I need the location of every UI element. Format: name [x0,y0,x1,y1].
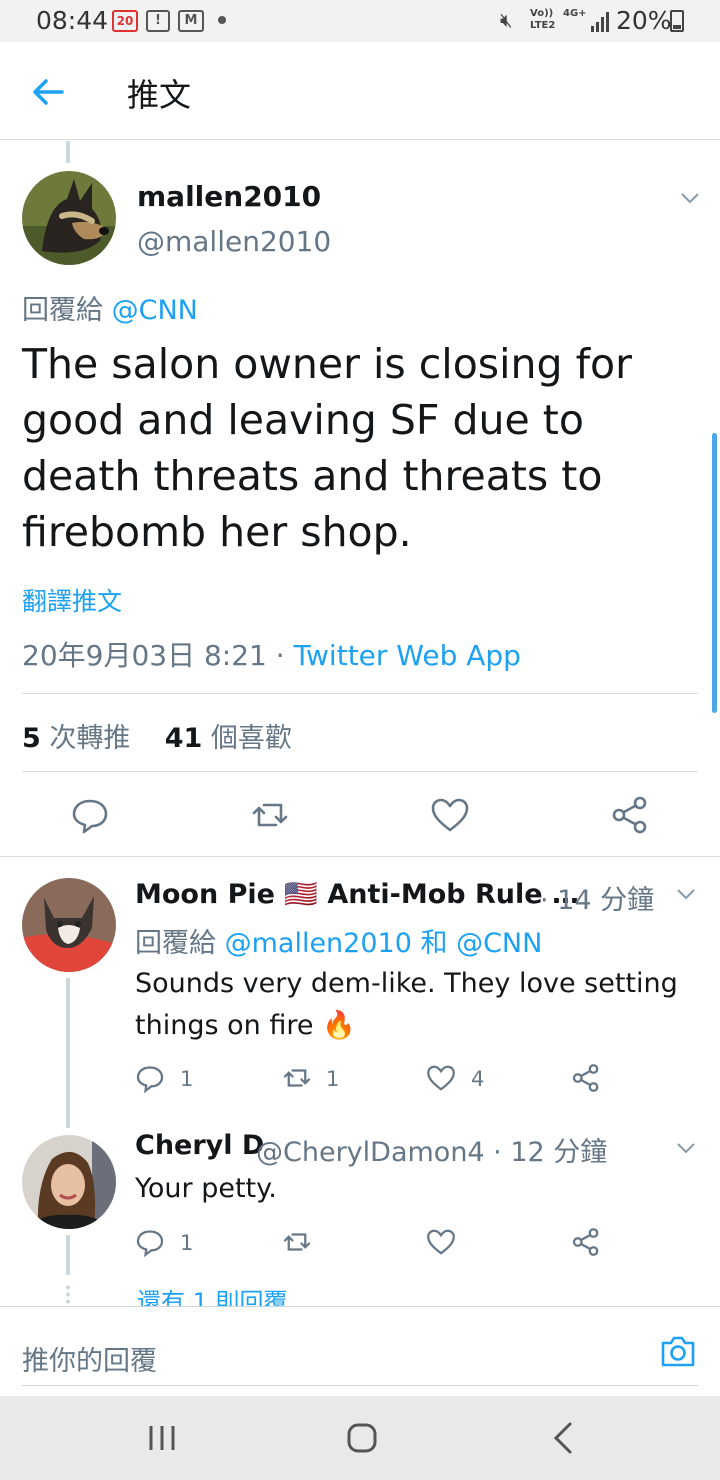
reply-text: Sounds very dem-like. They love setting … [135,963,695,1047]
retweets-count: 5 [22,723,41,754]
reply-author-name[interactable]: Cheryl D [135,1130,264,1161]
woman-avatar-image [22,1135,116,1229]
home-icon[interactable] [342,1418,382,1458]
dog-avatar-image [22,171,116,265]
show-more-replies-link[interactable]: 還有 1 則回覆 [137,1282,288,1306]
reply-text: Your petty. [135,1173,277,1204]
cat-avatar-image [22,878,116,972]
reply-count: 1 [180,1067,194,1091]
battery-icon [670,10,684,32]
likes-label: 個喜歡 [210,723,292,754]
arrow-left-icon[interactable] [28,72,68,112]
reply-author[interactable]: Moon Pie 🇺🇸 Anti-Mob Rule … [135,878,579,910]
author-handle[interactable]: @mallen2010 [137,225,331,258]
reply-time: · 14 分鐘 [540,885,655,916]
likes-count: 41 [164,723,203,754]
thread-connector [66,141,70,163]
author-name[interactable]: mallen2010 [137,180,321,213]
mute-icon: 🔇︎ [500,8,513,32]
reply-count: 1 [180,1231,194,1255]
retweets-stat[interactable]: 5 次轉推 [22,723,130,754]
page-title: 推文 [127,76,192,114]
retweet-icon[interactable] [282,1227,312,1257]
status-time: 08:44 [36,6,109,35]
translate-tweet-link[interactable]: 翻譯推文 [22,582,122,618]
retweet-icon[interactable] [250,795,290,835]
mention-link[interactable]: @mallen2010 [225,928,412,959]
share-icon[interactable] [571,1063,601,1093]
notification-badge-icon: 20 [112,10,138,32]
status-bar: 08:44 20 ! M 🔇︎ Vo)) LTE2 4G+ 20% [0,0,720,42]
reply-text-body: Sounds very dem-like. They love setting … [135,968,678,1041]
reply-prefix: 回覆給 [22,295,103,326]
likes-stat[interactable]: 41 個喜歡 [165,723,292,754]
divider [0,856,720,857]
tweet-text: The salon owner is closing for good and … [22,340,632,556]
mention-link[interactable]: @CNN [456,928,542,959]
share-icon[interactable] [571,1227,601,1257]
tweet-stats: 5 次轉推 41 個喜歡 [22,716,292,755]
back-nav-icon[interactable] [544,1418,584,1458]
reply-author-name: Moon Pie [135,879,275,910]
like-icon[interactable] [426,1227,456,1257]
reply-avatar[interactable] [22,1135,116,1229]
mail-icon: M [178,10,204,32]
reply-composer: 推你的回覆 [0,1306,720,1396]
thread-connector [66,978,70,1128]
signal-icon [591,12,609,32]
fire-emoji: 🔥 [322,1010,356,1041]
network-type: 4G+ [563,8,587,19]
divider [22,693,698,694]
reply-avatar[interactable] [22,878,116,972]
share-icon[interactable] [610,795,650,835]
like-icon[interactable] [430,795,470,835]
reply-and: 和 [420,928,448,959]
reply-handle-time: @CherylDamon4 · 12 分鐘 [256,1137,608,1168]
battery-percent: 20% [616,6,672,35]
reply-to-line: 回覆給 @mallen2010 和 @CNN [135,921,542,960]
thread-dots [66,1284,70,1306]
reply-icon[interactable] [135,1063,165,1093]
camera-icon[interactable] [660,1333,696,1369]
tweet-source-link[interactable]: Twitter Web App [294,639,521,672]
mention-link[interactable]: @CNN [112,295,198,326]
reply-icon[interactable] [70,795,110,835]
system-nav-bar [0,1396,720,1480]
scrollbar[interactable] [712,433,717,713]
like-count: 4 [471,1067,485,1091]
tweet-date: 20年9月03日 8:21 · [22,639,294,672]
retweet-count: 1 [326,1067,340,1091]
more-notifications-dot [218,16,226,24]
reply-prefix: 回覆給 [135,928,216,959]
recent-apps-icon[interactable] [142,1418,182,1458]
chevron-down-icon[interactable] [680,188,700,208]
chevron-down-icon[interactable] [676,884,696,904]
reply-input-underline [22,1385,698,1386]
retweets-label: 次轉推 [49,723,131,754]
thread-connector [66,1235,70,1275]
like-icon[interactable] [426,1063,456,1093]
divider [22,771,698,772]
app-header: 推文 [0,42,720,140]
reply-to-line: 回覆給 @CNN [22,288,198,327]
retweet-icon[interactable] [282,1063,312,1093]
avatar[interactable] [22,171,116,265]
reply-input[interactable]: 推你的回覆 [22,1339,157,1378]
reply-icon[interactable] [135,1227,165,1257]
volte-indicator: Vo)) LTE2 [530,8,556,31]
alert-icon: ! [146,10,170,32]
tweet-timestamp: 20年9月03日 8:21 · Twitter Web App [22,634,521,674]
chevron-down-icon[interactable] [676,1138,696,1158]
us-flag-icon: 🇺🇸 [284,879,318,910]
